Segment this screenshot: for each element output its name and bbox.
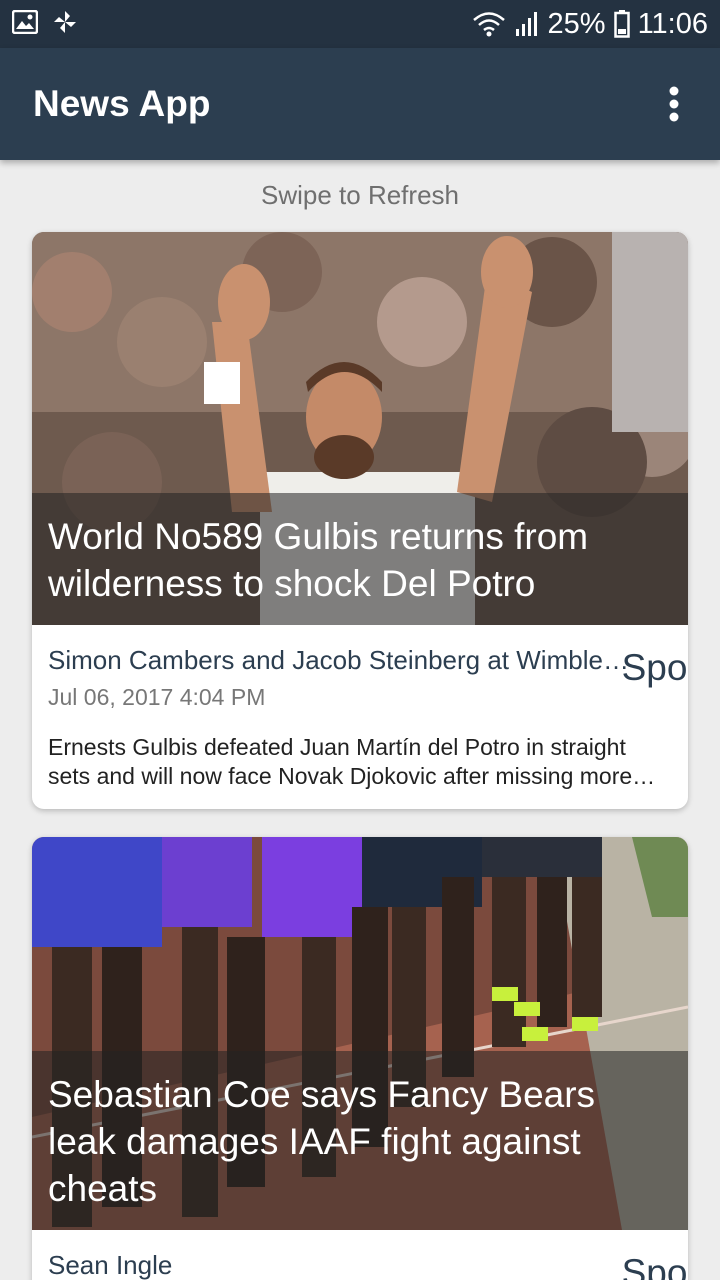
article-image: Sebastian Coe says Fancy Bears leak dama… [32, 837, 688, 1230]
headline-overlay: Sebastian Coe says Fancy Bears leak dama… [32, 1051, 688, 1230]
article-headline: Sebastian Coe says Fancy Bears leak dama… [48, 1074, 596, 1209]
status-bar: 25% 11:06 [0, 0, 720, 48]
signal-icon [514, 11, 540, 37]
article-image: World No589 Gulbis returns from wilderne… [32, 232, 688, 625]
article-category: Sport [621, 647, 688, 688]
pinwheel-icon [52, 9, 78, 40]
news-list[interactable]: Swipe to Refresh World No589 Gulbis retu… [0, 160, 720, 1280]
wifi-icon [472, 10, 506, 38]
app-title: News App [33, 83, 211, 124]
battery-percent: 25% [547, 7, 606, 40]
image-icon [11, 9, 39, 39]
article-meta: Sean Ingle Sport [32, 1230, 688, 1280]
headline-overlay: World No589 Gulbis returns from wilderne… [32, 493, 688, 625]
article-meta: Simon Cambers and Jacob Steinberg at Wim… [32, 625, 688, 809]
app-bar: News App [0, 48, 720, 160]
article-card[interactable]: World No589 Gulbis returns from wilderne… [32, 232, 688, 809]
article-headline: World No589 Gulbis returns from wilderne… [48, 516, 589, 604]
article-author: Simon Cambers and Jacob Steinberg at Wim… [48, 645, 638, 675]
article-card[interactable]: Sebastian Coe says Fancy Bears leak dama… [32, 837, 688, 1280]
article-date: Jul 06, 2017 4:04 PM [48, 684, 266, 710]
article-category: Sport [621, 1252, 688, 1280]
article-author: Sean Ingle [48, 1250, 173, 1280]
battery-icon [613, 10, 630, 38]
clock: 11:06 [637, 7, 708, 40]
article-summary: Ernests Gulbis defeated Juan Martín del … [48, 734, 633, 789]
refresh-hint: Swipe to Refresh [261, 180, 459, 210]
more-vert-icon [669, 86, 679, 122]
more-options-button[interactable] [656, 74, 692, 134]
